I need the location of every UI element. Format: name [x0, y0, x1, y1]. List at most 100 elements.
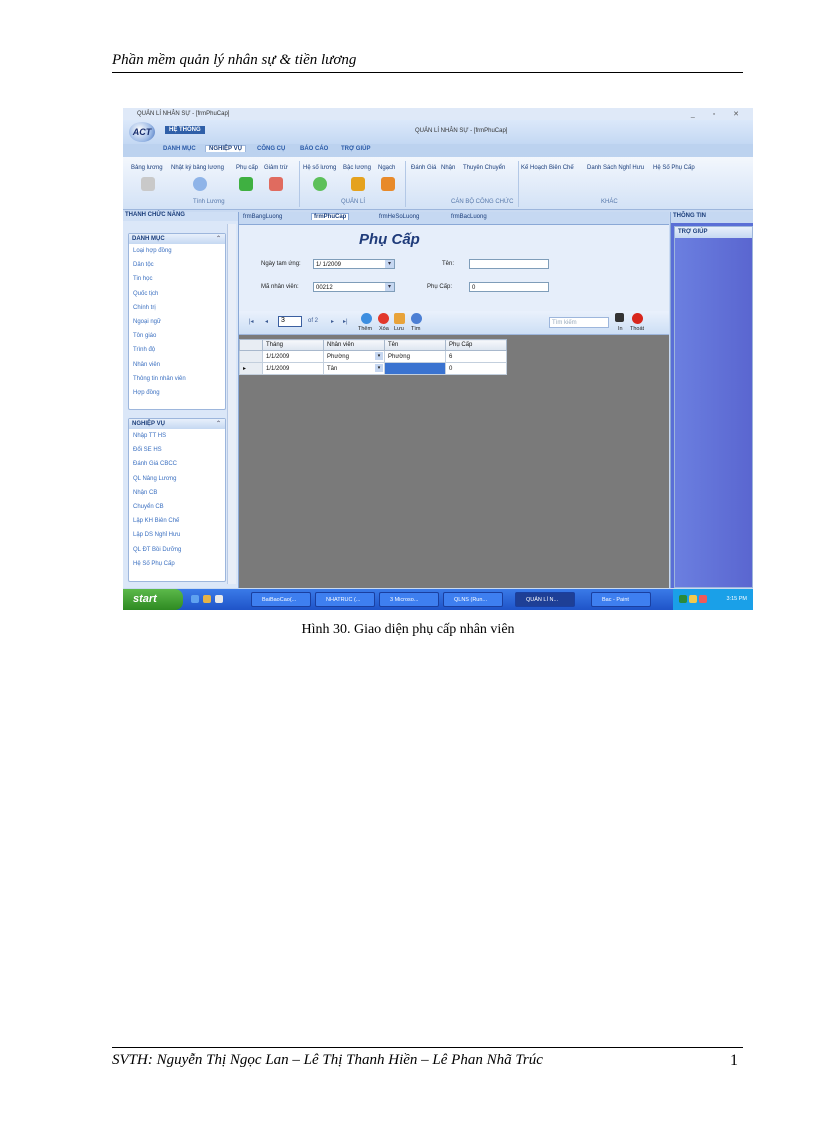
taskbar-item[interactable]: NHATRUC (...	[315, 592, 375, 607]
save-icon[interactable]	[394, 313, 405, 324]
ribbon-phu-cap[interactable]: Phụ cấp	[236, 165, 258, 171]
list-item[interactable]: Hệ Số Phụ Cấp	[129, 557, 225, 571]
quicklaunch-icon[interactable]	[215, 595, 223, 603]
list-item[interactable]: Lập DS Nghỉ Hưu	[129, 528, 225, 542]
row-header[interactable]	[239, 350, 263, 363]
taskbar-item[interactable]: BaiBaoCao(...	[251, 592, 311, 607]
quicklaunch-icon[interactable]	[191, 595, 199, 603]
ribbon-bac-luong[interactable]: Bậc lương	[343, 165, 371, 171]
list-item[interactable]: Tôn giáo	[129, 329, 225, 343]
first-record-icon[interactable]: |◂	[249, 318, 254, 325]
list-item[interactable]: Nhân viên	[129, 358, 225, 372]
search-input[interactable]: Tìm kiếm	[549, 317, 609, 328]
list-item[interactable]: Ngoại ngữ	[129, 315, 225, 329]
column-header[interactable]: Tháng	[262, 339, 324, 351]
list-item[interactable]: Đánh Giá CBCC	[129, 457, 225, 471]
quicklaunch-icon[interactable]	[203, 595, 211, 603]
tab-bao-cao[interactable]: BÁO CÁO	[300, 146, 328, 152]
taskbar-item[interactable]: Bac - Paint	[591, 592, 651, 607]
list-item[interactable]: Quốc tịch	[129, 287, 225, 301]
help-section-header[interactable]: TRỢ GIÚP	[675, 227, 752, 238]
list-item[interactable]: QL Nâng Lương	[129, 472, 225, 486]
last-record-icon[interactable]: ▸|	[343, 318, 348, 325]
table-row[interactable]: 1/1/2009 Phường ▾ Phường 6	[239, 350, 507, 363]
list-item[interactable]: Dân tộc	[129, 258, 225, 272]
chevron-down-icon[interactable]: ▾	[375, 352, 383, 360]
window-controls[interactable]: _ ▫ ✕	[691, 110, 747, 118]
cell-ten[interactable]: Phường	[384, 350, 446, 363]
taskbar-item[interactable]: QLNS (Run...	[443, 592, 503, 607]
list-item[interactable]: Nhập TT HS	[129, 429, 225, 443]
tab-cong-cu[interactable]: CÔNG CỤ	[257, 146, 285, 152]
ribbon-ngach[interactable]: Ngạch	[378, 165, 395, 171]
ngay-tam-ung-input[interactable]: 1/ 1/2009 ▾	[313, 259, 395, 269]
start-button[interactable]: start	[123, 589, 183, 610]
printer-icon[interactable]	[615, 313, 624, 322]
list-item[interactable]: Lập KH Biên Chế	[129, 514, 225, 528]
phu-cap-input[interactable]: 0	[469, 282, 549, 292]
position-input[interactable]: 3	[278, 316, 302, 327]
tray-icon[interactable]	[679, 595, 687, 603]
row-header[interactable]: ▸	[239, 362, 263, 375]
app-logo[interactable]: ACT	[129, 122, 155, 142]
home-button[interactable]: HỆ THỐNG	[165, 126, 205, 134]
list-item[interactable]: QL ĐT Bồi Dưỡng	[129, 543, 225, 557]
doc-tab-he-so-luong[interactable]: frmHeSoLuong	[379, 214, 419, 220]
add-button[interactable]: Thêm	[358, 326, 372, 332]
list-item[interactable]: Tin học	[129, 272, 225, 286]
power-icon[interactable]	[632, 313, 643, 324]
doc-tab-bang-luong[interactable]: frmBangLuong	[243, 214, 282, 220]
tab-nghiep-vu[interactable]: NGHIỆP VỤ	[205, 145, 246, 152]
cell-thang[interactable]: 1/1/2009	[262, 350, 324, 363]
list-item[interactable]: Chính trị	[129, 301, 225, 315]
list-item[interactable]: Loại hợp đồng	[129, 244, 225, 258]
add-icon[interactable]	[361, 313, 372, 324]
section-header-nghiep-vu[interactable]: NGHIỆP VỤ ⌃	[129, 419, 225, 429]
list-item[interactable]: Trình độ	[129, 343, 225, 357]
ribbon-bang-luong[interactable]: Bảng lương	[131, 165, 163, 171]
section-header-danh-muc[interactable]: DANH MỤC ⌃	[129, 234, 225, 244]
ribbon-giam-tru[interactable]: Giảm trừ	[264, 165, 288, 171]
delete-icon[interactable]	[378, 313, 389, 324]
ribbon-danh-gia[interactable]: Đánh Giá	[411, 165, 436, 171]
list-item[interactable]: Nhận CB	[129, 486, 225, 500]
ten-input[interactable]	[469, 259, 549, 269]
list-item[interactable]: Hợp đồng	[129, 386, 225, 400]
cell-phu-cap[interactable]: 0	[445, 362, 507, 375]
cell-thang[interactable]: 1/1/2009	[262, 362, 324, 375]
next-record-icon[interactable]: ▸	[331, 318, 334, 325]
tab-tro-giup[interactable]: TRỢ GIÚP	[341, 146, 370, 152]
column-header[interactable]: Tên	[384, 339, 446, 351]
doc-tab-bac-luong[interactable]: frmBacLuong	[451, 214, 487, 220]
list-item[interactable]: Đổi SE HS	[129, 443, 225, 457]
taskbar-item[interactable]: 3 Microso...	[379, 592, 439, 607]
tray-icon[interactable]	[689, 595, 697, 603]
column-header[interactable]: Phụ Cấp	[445, 339, 507, 351]
ma-nhan-vien-select[interactable]: 00212 ▾	[313, 282, 395, 292]
ribbon-he-so-phu-cap[interactable]: Hệ Số Phụ Cấp	[653, 165, 695, 171]
doc-tab-phu-cap[interactable]: frmPhuCap	[311, 213, 350, 220]
ribbon-thuyen-chuyen[interactable]: Thuyên Chuyển	[463, 165, 505, 171]
tab-danh-muc[interactable]: DANH MỤC	[163, 146, 196, 152]
left-pane-scrollbar[interactable]	[227, 224, 236, 584]
ribbon-nhan[interactable]: Nhận	[441, 165, 455, 171]
table-row[interactable]: ▸ 1/1/2009 Tân ▾ 0	[239, 362, 507, 375]
ribbon-he-so-luong[interactable]: Hệ số lương	[303, 165, 336, 171]
search-icon[interactable]	[411, 313, 422, 324]
tray-icon[interactable]	[699, 595, 707, 603]
collapse-icon[interactable]: ⌃	[216, 420, 221, 427]
delete-button[interactable]: Xóa	[379, 326, 389, 332]
list-item[interactable]: Thông tin nhân viên	[129, 372, 225, 386]
ribbon-ke-hoach[interactable]: Kế Hoạch Biên Chế	[521, 165, 574, 171]
prev-record-icon[interactable]: ◂	[265, 318, 268, 325]
chevron-down-icon[interactable]: ▾	[385, 283, 394, 291]
exit-button[interactable]: Thoát	[630, 326, 644, 332]
taskbar-item-active[interactable]: QUẢN LÍ N...	[515, 592, 575, 607]
ribbon-nghi-huu[interactable]: Danh Sách Nghỉ Hưu	[587, 165, 644, 171]
find-button[interactable]: Tìm	[411, 326, 420, 332]
collapse-icon[interactable]: ⌃	[216, 235, 221, 242]
save-button[interactable]: Lưu	[394, 326, 404, 332]
cell-ten-selected[interactable]	[384, 362, 446, 375]
cell-nhan-vien[interactable]: Phường ▾	[323, 350, 385, 363]
cell-phu-cap[interactable]: 6	[445, 350, 507, 363]
